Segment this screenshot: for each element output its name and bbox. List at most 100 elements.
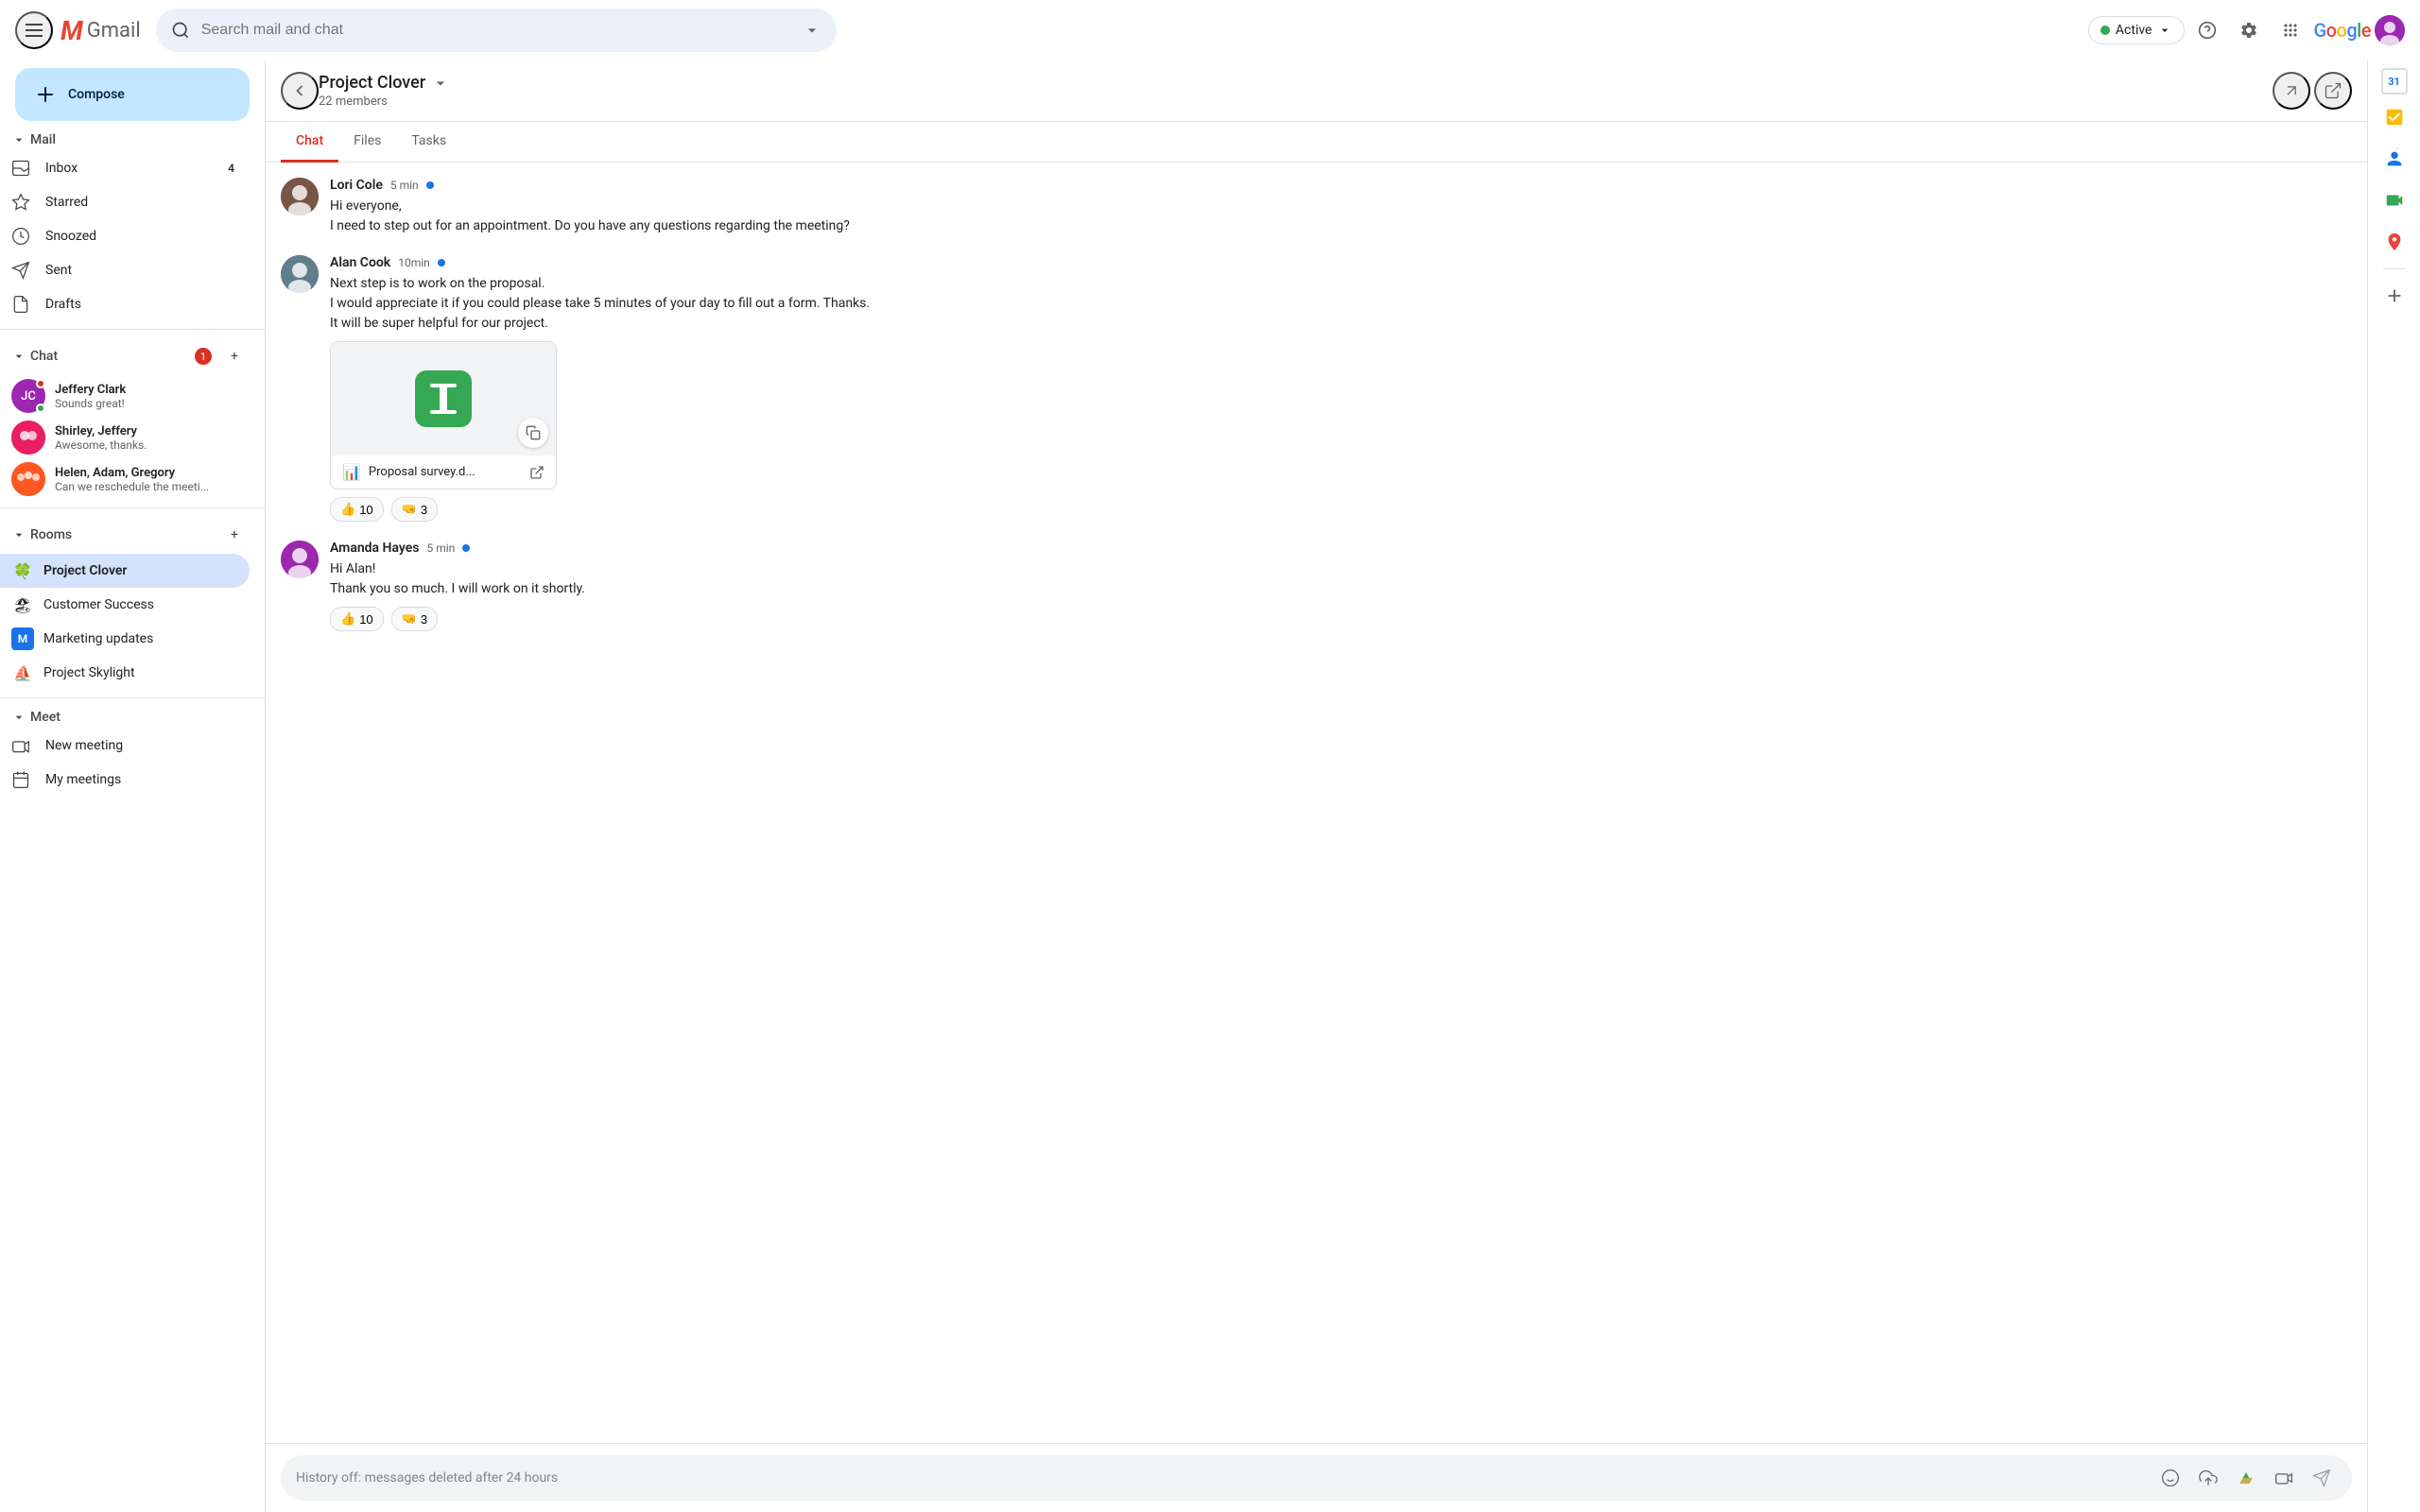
notification-dot	[36, 379, 45, 388]
chat-add-button[interactable]: +	[219, 341, 250, 371]
sidebar-item-new-meeting[interactable]: New meeting	[0, 729, 250, 763]
help-button[interactable]	[2188, 11, 2226, 49]
attachment-copy-button[interactable]	[518, 418, 548, 448]
active-status-button[interactable]: Active	[2088, 16, 2186, 44]
tab-tasks[interactable]: Tasks	[396, 122, 461, 163]
alan-cook-name: Alan Cook	[330, 255, 390, 270]
drive-button[interactable]	[2231, 1463, 2261, 1493]
lori-cole-message-content: Lori Cole 5 min Hi everyone, I need to s…	[330, 178, 2352, 236]
room-name-heading: Project Clover	[319, 73, 425, 93]
starred-label: Starred	[45, 195, 234, 210]
chat-item-jeffery-clark[interactable]: JC Jeffery Clark Sounds great!	[0, 375, 250, 417]
attachment-icon	[415, 370, 472, 427]
mail-section-header[interactable]: Mail	[0, 129, 265, 151]
compose-button[interactable]: Compose	[15, 68, 250, 121]
room-name-chevron[interactable]	[431, 74, 450, 93]
amanda-hayes-reactions: 👍 10 🤜 3	[330, 607, 2352, 631]
main-body: Compose Mail Inbox 4 Starred	[0, 60, 2420, 1512]
drafts-icon	[11, 295, 30, 314]
user-avatar[interactable]	[2375, 15, 2405, 45]
meet-section-header[interactable]: Meet	[0, 706, 265, 729]
settings-button[interactable]	[2230, 11, 2268, 49]
room-item-project-clover[interactable]: 🍀 Project Clover	[0, 554, 250, 588]
gmail-m: M	[60, 15, 83, 46]
messages-area: Lori Cole 5 min Hi everyone, I need to s…	[266, 163, 2367, 1443]
sidebar-item-my-meetings[interactable]: My meetings	[0, 763, 250, 797]
minimize-button[interactable]	[2273, 72, 2310, 110]
meet-button[interactable]	[2269, 1463, 2299, 1493]
back-button[interactable]	[281, 72, 319, 110]
apps-button[interactable]	[2272, 11, 2309, 49]
chat-room-title: Project Clover	[319, 73, 450, 93]
alan-cook-text-line2: I would appreciate it if you could pleas…	[330, 294, 2352, 314]
lori-cole-text-line2: I need to step out for an appointment. D…	[330, 216, 2352, 236]
contacts-side-button[interactable]	[2376, 140, 2413, 178]
chat-preview-helen: Can we reschedule the meeti...	[55, 480, 238, 493]
search-dropdown-arrow[interactable]	[803, 21, 821, 40]
chat-input-bar[interactable]: History off: messages deleted after 24 h…	[281, 1455, 2352, 1501]
attachment-file-icon: 📊	[342, 463, 361, 481]
chat-item-helen-adam-gregory[interactable]: Helen, Adam, Gregory Can we reschedule t…	[0, 458, 250, 500]
maps-side-button[interactable]	[2376, 223, 2413, 261]
chat-header-info: Project Clover 22 members	[319, 73, 450, 109]
chat-item-shirley-jeffery[interactable]: Shirley, Jeffery Awesome, thanks.	[0, 417, 250, 458]
alan-cook-avatar	[281, 255, 319, 293]
chat-preview-jeffery: Sounds great!	[55, 397, 238, 410]
sidebar-item-drafts[interactable]: Drafts	[0, 287, 250, 321]
chat-header: Project Clover 22 members	[266, 60, 2367, 122]
shirley-jeffery-avatar	[11, 421, 45, 455]
upload-button[interactable]	[2193, 1463, 2223, 1493]
open-in-new-button[interactable]	[2314, 72, 2352, 110]
gmail-text: Gmail	[87, 19, 141, 43]
room-item-project-skylight[interactable]: ⛵ Project Skylight	[0, 656, 250, 690]
attachment-open-button[interactable]	[529, 465, 544, 480]
reaction-thumbsup-1[interactable]: 👍 10	[330, 497, 384, 522]
amanda-hayes-avatar	[281, 541, 319, 578]
sidebar-item-starred[interactable]: Starred	[0, 185, 250, 219]
add-side-button[interactable]	[2376, 277, 2413, 315]
amanda-hayes-message-header: Amanda Hayes 5 min	[330, 541, 2352, 556]
right-side-icons: 31	[2367, 60, 2420, 1512]
amanda-hayes-text-line1: Hi Alan!	[330, 559, 2352, 579]
sidebar-item-snoozed[interactable]: Snoozed	[0, 219, 250, 253]
chat-input-area: History off: messages deleted after 24 h…	[266, 1443, 2367, 1512]
reaction-fist-1[interactable]: 🤜 3	[391, 497, 438, 522]
helen-adam-gregory-avatar	[11, 462, 45, 496]
room-item-customer-success[interactable]: 🏖 Customer Success	[0, 588, 250, 622]
tasks-side-button[interactable]	[2376, 98, 2413, 136]
rooms-section-header[interactable]: Rooms +	[0, 516, 265, 554]
send-button[interactable]	[2307, 1463, 2337, 1493]
amanda-hayes-message-content: Amanda Hayes 5 min Hi Alan! Thank you so…	[330, 541, 2352, 631]
hamburger-button[interactable]	[15, 11, 53, 49]
calendar-side-button[interactable]: 31	[2381, 68, 2408, 94]
message-amanda-hayes: Amanda Hayes 5 min Hi Alan! Thank you so…	[281, 541, 2352, 631]
project-clover-emoji: 🍀	[11, 559, 34, 582]
search-bar[interactable]	[156, 9, 837, 52]
sidebar-item-sent[interactable]: Sent	[0, 253, 250, 287]
emoji-button[interactable]	[2155, 1463, 2186, 1493]
message-lori-cole: Lori Cole 5 min Hi everyone, I need to s…	[281, 178, 2352, 236]
active-label: Active	[2116, 23, 2152, 38]
search-input[interactable]	[201, 22, 791, 39]
alan-cook-message-header: Alan Cook 10min	[330, 255, 2352, 270]
alan-cook-online-dot	[438, 259, 445, 266]
chat-section-header[interactable]: Chat 1 +	[0, 337, 265, 375]
reaction-thumbsup-2[interactable]: 👍 10	[330, 607, 384, 631]
chat-input-placeholder: History off: messages deleted after 24 h…	[296, 1470, 2148, 1486]
sent-icon	[11, 261, 30, 280]
attachment-name: Proposal survey.d...	[369, 465, 522, 479]
room-label-customer-success: Customer Success	[43, 597, 238, 612]
online-indicator	[36, 404, 45, 413]
lori-cole-time: 5 min	[390, 179, 419, 192]
room-item-marketing-updates[interactable]: M Marketing updates	[0, 622, 250, 656]
project-skylight-emoji: ⛵	[11, 662, 34, 684]
tab-files[interactable]: Files	[338, 122, 396, 163]
new-meeting-label: New meeting	[45, 738, 234, 753]
meet-side-button[interactable]	[2376, 181, 2413, 219]
marketing-updates-initial: M	[11, 627, 34, 650]
sidebar-item-inbox[interactable]: Inbox 4	[0, 151, 250, 185]
rooms-add-button[interactable]: +	[219, 520, 250, 550]
tab-chat[interactable]: Chat	[281, 122, 338, 163]
reaction-fist-2[interactable]: 🤜 3	[391, 607, 438, 631]
chat-header-actions	[2273, 72, 2352, 110]
